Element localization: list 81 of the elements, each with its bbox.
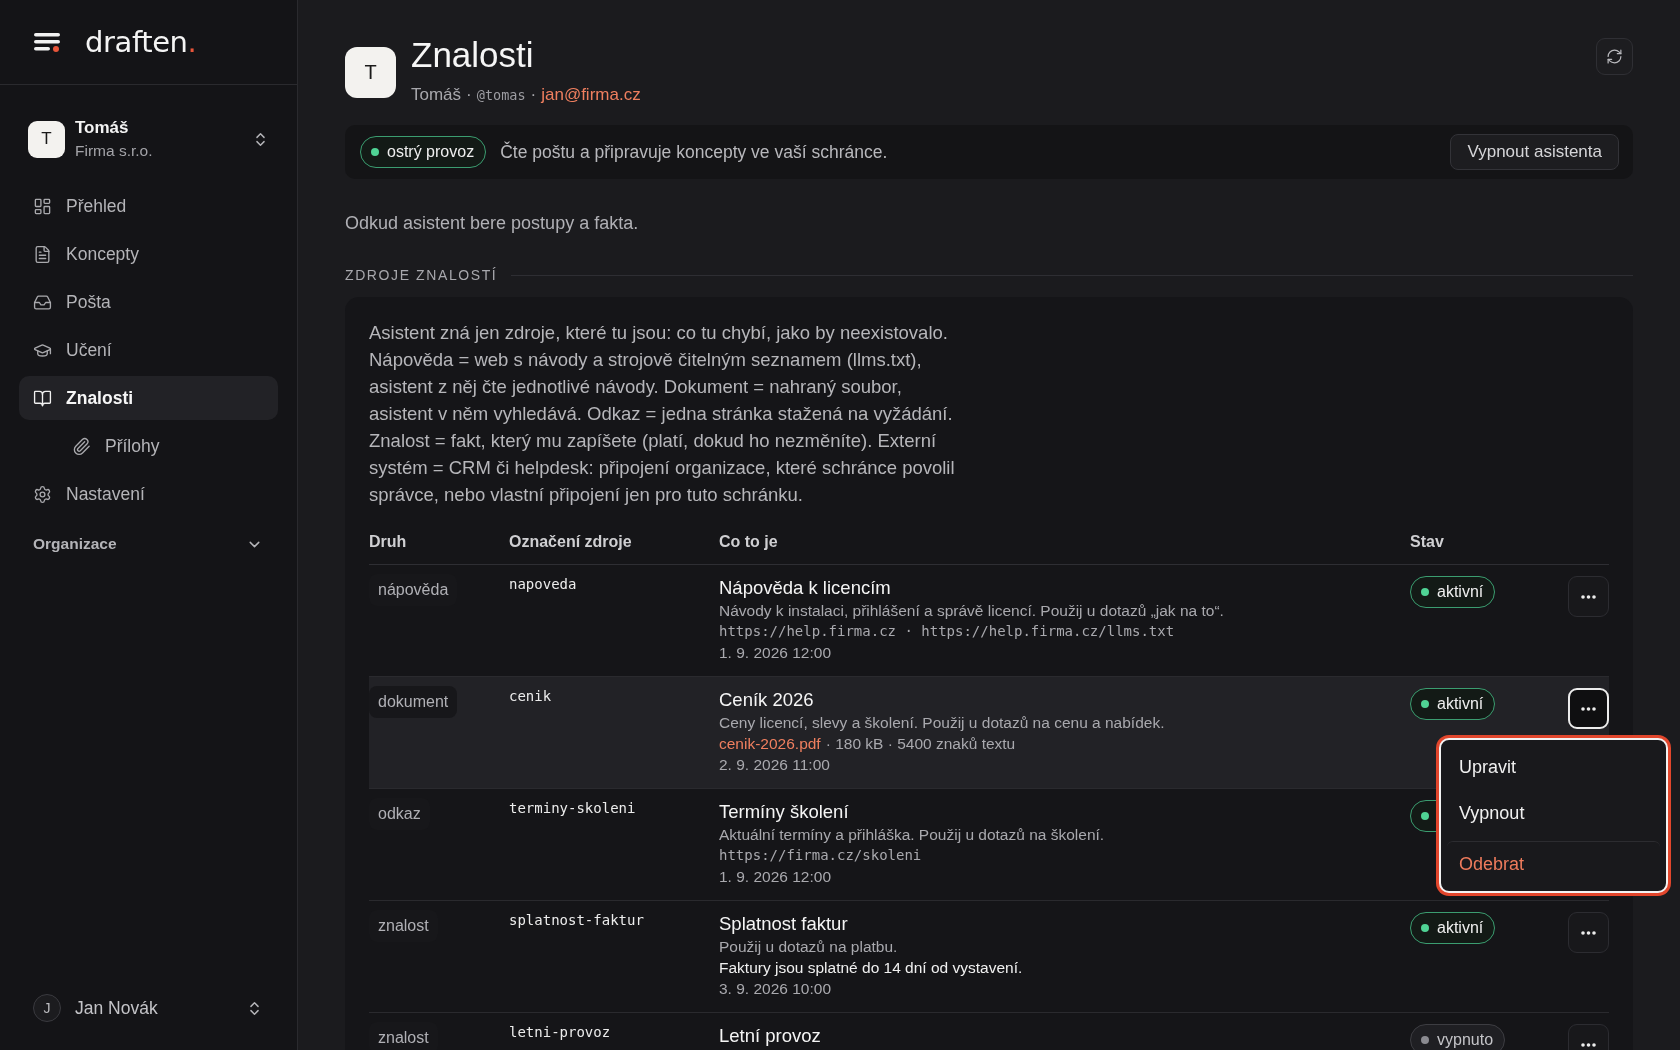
column-header: Druh: [369, 532, 408, 552]
refresh-icon: [1606, 48, 1623, 65]
mode-label: ostrý provoz: [387, 143, 475, 161]
column-header: Co to je: [719, 532, 779, 552]
nav-item[interactable]: Učení: [19, 328, 278, 372]
logo-icon: [34, 32, 60, 52]
status-text: Čte poštu a připravuje koncepty ve vaší schránce.: [500, 141, 888, 163]
source-date: 1. 9. 2026 12:00: [719, 867, 832, 887]
user-avatar: J: [33, 994, 61, 1022]
status-dot-icon: [1421, 924, 1429, 932]
user-menu[interactable]: J Jan Novák: [33, 994, 263, 1022]
source-type-tag: dokument: [369, 686, 458, 718]
source-description: Návody k instalaci, přihlášení a správě licencí. Použij u dotazů „jak na to“.: [719, 601, 1224, 621]
source-date: 1. 9. 2026 12:00: [719, 643, 832, 663]
file-link[interactable]: cenik-2026.pdf: [719, 733, 821, 754]
file-meta: · 180 kB · 5400 znaků textu: [825, 734, 1016, 754]
source-id: letni-provoz: [509, 1024, 611, 1040]
more-icon: [1581, 706, 1596, 711]
source-title: Splatnost faktur: [719, 912, 848, 936]
logo-wordmark: draften.: [85, 24, 197, 60]
workspace-avatar: T: [28, 120, 65, 158]
source-url: https://firma.cz/skoleni: [719, 846, 922, 865]
source-id: terminy-skoleni: [509, 800, 636, 816]
source-description: Ceny licencí, slevy a školení. Použij u dotazů na cenu a nabídek.: [719, 713, 1165, 733]
book-icon: [33, 388, 52, 408]
status-label: aktivní: [1437, 583, 1484, 601]
nav-item[interactable]: Koncepty: [19, 232, 278, 276]
source-date: 3. 9. 2026 10:00: [719, 979, 832, 999]
dashboard-icon: [33, 196, 52, 216]
nav-subitem[interactable]: Přílohy: [19, 424, 278, 468]
nav-item[interactable]: Nastavení: [19, 472, 278, 516]
nav-item[interactable]: Pošta: [19, 280, 278, 324]
header-avatar: T: [345, 47, 396, 98]
user-name: Jan Novák: [75, 997, 159, 1019]
source-title: Termíny školení: [719, 800, 849, 824]
status-dot-icon: [1421, 588, 1429, 596]
settings-icon: [33, 484, 52, 504]
status-dot-icon: [371, 148, 379, 156]
status-dot-icon: [1421, 812, 1429, 820]
user-handle: @tomas: [476, 86, 526, 105]
source-url: https://help.firma.cz · https://help.firma.cz/llms.txt: [719, 622, 1175, 641]
source-description: Použij u dotazů na platbu.: [719, 937, 898, 957]
workspace-name: Tomáš: [75, 118, 130, 138]
separator-text: ·: [530, 84, 537, 106]
section-toggle[interactable]: Organizace: [33, 528, 263, 560]
intro-text: Odkud asistent bere postupy a fakta.: [345, 212, 640, 235]
nav-item[interactable]: Znalosti: [19, 376, 278, 420]
section-heading: ZDROJE ZNALOSTÍ: [345, 266, 498, 284]
owner-name: Tomáš: [411, 84, 462, 106]
status-label: vypnuto: [1437, 1031, 1494, 1049]
status-label: aktivní: [1437, 919, 1484, 937]
status-label: aktivní: [1437, 695, 1484, 713]
source-id: cenik: [509, 688, 552, 704]
column-header: Označení zdroje: [509, 532, 633, 552]
workspace-switcher[interactable]: T Tomáš Firma s.r.o.: [28, 118, 269, 160]
separator-text: ·: [466, 84, 472, 106]
source-title: Nápověda k licencím: [719, 576, 891, 600]
source-id: splatnost-faktur: [509, 912, 644, 928]
status-dot-icon: [1421, 1036, 1429, 1044]
source-id: napoveda: [509, 576, 577, 592]
inbox-icon: [33, 292, 52, 312]
more-icon: [1581, 1042, 1596, 1047]
workspace-org: Firma s.r.o.: [75, 141, 154, 160]
more-icon: [1581, 594, 1596, 599]
status-dot-icon: [1421, 700, 1429, 708]
column-header: Stav: [1410, 532, 1445, 552]
page-title: Znalosti: [411, 35, 535, 75]
nav-item[interactable]: Přehled: [19, 184, 278, 228]
email-link[interactable]: jan@firma.cz: [541, 84, 641, 106]
source-date: 2. 9. 2026 11:00: [719, 755, 830, 775]
more-icon: [1581, 930, 1596, 935]
refresh-button[interactable]: [1596, 38, 1633, 75]
paperclip-icon: [72, 436, 91, 456]
source-title: Letní provoz: [719, 1024, 821, 1048]
disable-assistant-button[interactable]: Vypnout asistenta: [1450, 134, 1619, 170]
menu-item[interactable]: Upravit: [1447, 744, 1660, 790]
document-icon: [33, 244, 52, 264]
sources-description: Asistent zná jen zdroje, které tu jsou: co tu chybí, jako by neexistovalo. Nápověda = web s návody a strojově čitelným seznamem (llms.txt), asistent z něj čte jednotlivé návody. Dokument = nahraný soubor, asistent v něm vyhledává. Odkaz = jedna stránka stažená na vyžádání. Znalost = fakt, který mu zapíšete (platí, dokud ho nezměníte). Externí systém = CRM či helpdesk: připojení organizace, které schránce povolil správce, nebo vlastní připojení jen pro tuto schránku.: [369, 321, 956, 507]
source-title: Ceník 2026: [719, 688, 814, 712]
source-description: Aktuální termíny a přihláška. Použij u dotazů na školení.: [719, 825, 1105, 845]
fact-text: Faktury jsou splatné do 14 dní od vystavení.: [719, 958, 1023, 978]
